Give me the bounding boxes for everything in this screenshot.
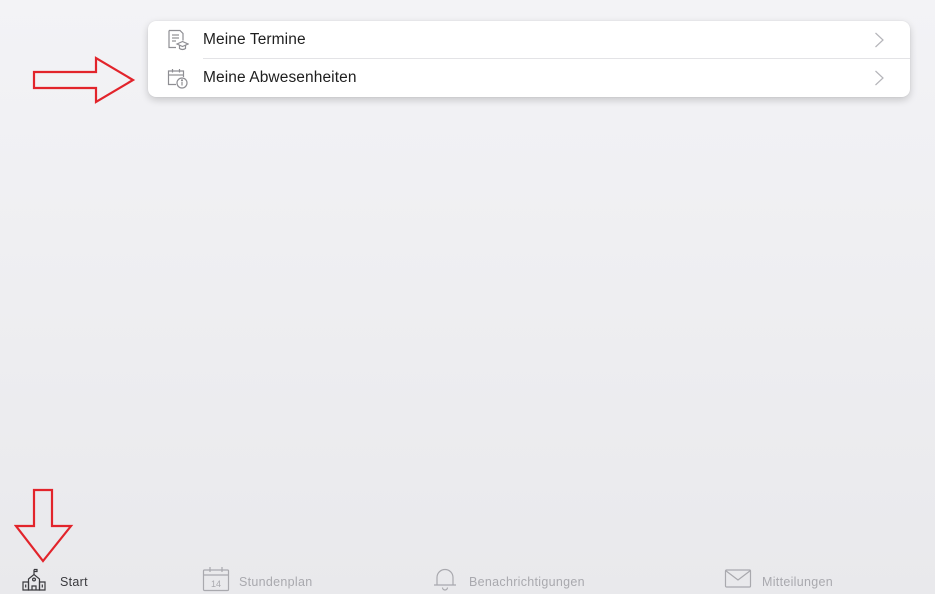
- calendar-icon: 14: [202, 567, 230, 592]
- calendar-icon-day: 14: [211, 579, 221, 589]
- school-building-icon: [22, 568, 46, 591]
- tab-label: Mitteilungen: [762, 575, 834, 589]
- envelope-icon: [724, 569, 752, 588]
- tab-mitteilungen[interactable]: Mitteilungen: [724, 569, 864, 592]
- tab-label: Stundenplan: [239, 575, 313, 589]
- tab-start[interactable]: Start: [22, 568, 92, 592]
- tab-label: Start: [60, 575, 88, 589]
- bell-icon: [434, 568, 456, 591]
- tab-stundenplan[interactable]: 14 Stundenplan: [202, 567, 342, 592]
- tab-label: Benachrichtigungen: [469, 575, 585, 589]
- tab-benachrichtigungen[interactable]: Benachrichtigungen: [432, 568, 622, 592]
- annotation-arrow-right-icon: [32, 56, 136, 104]
- chevron-right-icon: [875, 32, 884, 48]
- menu-item-label: Meine Termine: [203, 31, 306, 48]
- annotation-arrow-down-icon: [14, 488, 74, 563]
- menu-item-meine-abwesenheiten[interactable]: Meine Abwesenheiten: [148, 59, 910, 97]
- menu-card: Meine Termine Meine Abwesenheiten: [148, 21, 910, 97]
- chevron-right-icon: [875, 70, 884, 86]
- menu-item-label: Meine Abwesenheiten: [203, 69, 357, 86]
- appointments-icon: [168, 29, 189, 50]
- absences-calendar-icon: [167, 69, 188, 89]
- bottom-tab-bar: Start 14 Stundenplan Benachrichtigungen …: [0, 566, 935, 594]
- menu-item-meine-termine[interactable]: Meine Termine: [148, 21, 910, 59]
